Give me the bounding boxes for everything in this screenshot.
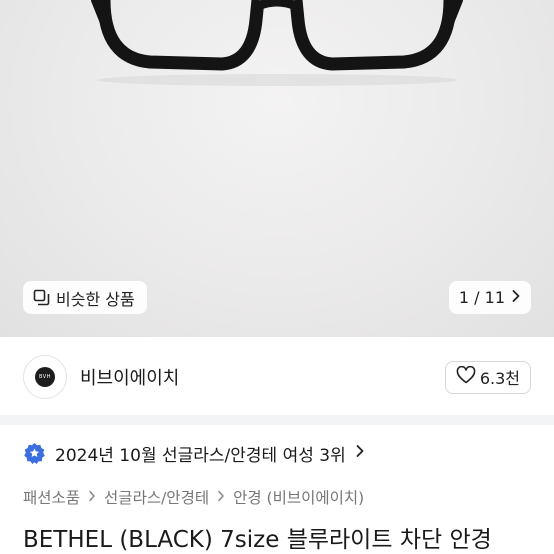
heart-icon [456, 365, 476, 388]
product-title: BETHEL (BLACK) 7size 블루라이트 차단 안경 [23, 527, 492, 553]
shop-name[interactable]: 비브이에이치 [80, 364, 179, 390]
ranking-text: 2024년 10월 선글라스/안경테 여성 3위 [55, 445, 346, 466]
shop-logo: BVH [35, 367, 55, 387]
breadcrumb-item[interactable]: 패션소품 [23, 486, 80, 508]
section-divider [0, 415, 554, 425]
similar-products-label: 비슷한 상품 [56, 289, 135, 309]
similar-products-button[interactable]: 비슷한 상품 [23, 281, 147, 314]
chevron-right-icon [355, 443, 365, 463]
gallery-counter-text: 1 / 11 [458, 288, 505, 307]
like-button[interactable]: 6.3천 [444, 360, 531, 394]
breadcrumb-item[interactable]: 안경 (비브이에이치) [233, 486, 364, 508]
breadcrumb-separator-icon [217, 488, 225, 506]
duplicate-icon [33, 289, 50, 306]
gallery-counter[interactable]: 1 / 11 [448, 281, 531, 314]
star-badge-icon [23, 442, 46, 465]
breadcrumb-separator-icon [88, 488, 96, 506]
shop-avatar[interactable]: BVH [23, 355, 67, 399]
breadcrumb-item[interactable]: 선글라스/안경테 [104, 486, 209, 508]
like-count: 6.3천 [479, 369, 520, 388]
shop-row[interactable]: BVH 비브이에이치 6.3천 [23, 355, 531, 399]
ranking-link[interactable]: 2024년 10월 선글라스/안경테 여성 3위 [23, 439, 365, 467]
breadcrumb: 패션소품 선글라스/안경테 안경 (비브이에이치) [23, 486, 364, 508]
chevron-right-icon [511, 288, 521, 307]
product-image[interactable]: 비슷한 상품 1 / 11 [0, 0, 554, 337]
